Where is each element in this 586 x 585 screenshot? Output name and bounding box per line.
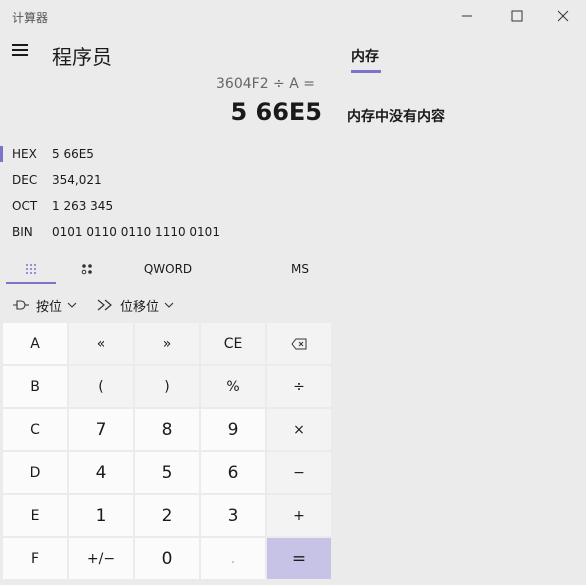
key-3[interactable]: 3: [201, 495, 265, 536]
expression-display: 3604F2 ÷ A =: [216, 76, 315, 92]
key-multiply[interactable]: ×: [267, 409, 331, 450]
key-0[interactable]: 0: [135, 538, 199, 579]
key-decimal[interactable]: .: [201, 538, 265, 579]
radix-value: 1 263 345: [52, 199, 114, 213]
key-hex-e[interactable]: E: [3, 495, 67, 536]
keypad: A « » CE B ( ) % ÷ C 7 8 9 × D 4 5 6 − E…: [3, 323, 333, 583]
app-title: 计算器: [12, 11, 49, 25]
key-hex-c[interactable]: C: [3, 409, 67, 450]
key-hex-f[interactable]: F: [3, 538, 67, 579]
key-1[interactable]: 1: [69, 495, 133, 536]
memory-empty-message: 内存中没有内容: [347, 109, 445, 125]
key-rotate-left[interactable]: «: [69, 323, 133, 364]
tab-bit-toggling[interactable]: [62, 255, 112, 283]
radix-label: DEC: [12, 173, 38, 187]
key-hex-a[interactable]: A: [3, 323, 67, 364]
close-icon: [557, 10, 569, 22]
key-backspace[interactable]: [267, 323, 331, 364]
radix-label: BIN: [12, 225, 33, 239]
maximize-icon: [511, 10, 523, 22]
radix-row-bin[interactable]: BIN 0101 0110 0110 1110 0101: [0, 220, 335, 246]
result-display: 5 66E5: [230, 98, 322, 126]
mode-title: 程序员: [52, 45, 112, 69]
minimize-icon: [462, 15, 472, 17]
bitshift-label: 位移位: [120, 299, 160, 315]
word-size-button[interactable]: QWORD: [130, 255, 206, 283]
key-negate[interactable]: +/−: [69, 538, 133, 579]
maximize-button[interactable]: [494, 0, 540, 32]
bitwise-icon: [13, 300, 29, 310]
key-9[interactable]: 9: [201, 409, 265, 450]
radix-row-oct[interactable]: OCT 1 263 345: [0, 194, 335, 220]
bit-toggle-icon: [81, 264, 92, 275]
bitshift-dropdown[interactable]: 位移位: [96, 294, 174, 316]
radix-value: 354,021: [52, 173, 102, 187]
minimize-button[interactable]: [444, 0, 490, 32]
key-subtract[interactable]: −: [267, 452, 331, 493]
chevron-down-icon: [67, 302, 77, 308]
key-hex-b[interactable]: B: [3, 366, 67, 407]
key-4[interactable]: 4: [69, 452, 133, 493]
title-bar: 计算器: [0, 0, 586, 32]
tab-active-underline: [6, 282, 56, 284]
backspace-icon: [291, 338, 307, 349]
bitshift-icon: [97, 299, 112, 311]
key-modulo[interactable]: %: [201, 366, 265, 407]
key-clear-entry[interactable]: CE: [201, 323, 265, 364]
key-hex-d[interactable]: D: [3, 452, 67, 493]
key-close-paren[interactable]: ): [135, 366, 199, 407]
radix-row-dec[interactable]: DEC 354,021: [0, 168, 335, 194]
radix-value: 5 66E5: [52, 147, 94, 161]
radix-label: HEX: [12, 147, 37, 161]
bitwise-label: 按位: [36, 299, 63, 315]
radix-selection-indicator: [0, 146, 3, 162]
key-5[interactable]: 5: [135, 452, 199, 493]
radix-row-hex[interactable]: HEX 5 66E5: [0, 142, 335, 168]
memory-tab-underline: [351, 70, 381, 73]
hamburger-icon[interactable]: [8, 38, 32, 62]
tab-full-keypad[interactable]: [6, 255, 56, 283]
key-2[interactable]: 2: [135, 495, 199, 536]
memory-store-button[interactable]: MS: [278, 255, 322, 283]
key-6[interactable]: 6: [201, 452, 265, 493]
key-divide[interactable]: ÷: [267, 366, 331, 407]
radix-value: 0101 0110 0110 1110 0101: [52, 225, 220, 239]
bitwise-dropdown[interactable]: 按位: [12, 294, 77, 316]
key-equals[interactable]: =: [267, 538, 331, 579]
close-button[interactable]: [540, 0, 586, 32]
radix-label: OCT: [12, 199, 38, 213]
key-add[interactable]: +: [267, 495, 331, 536]
keypad-tab-row: QWORD MS: [0, 255, 335, 285]
memory-tab[interactable]: 内存: [351, 46, 379, 66]
key-8[interactable]: 8: [135, 409, 199, 450]
key-rotate-right[interactable]: »: [135, 323, 199, 364]
operator-toolbar: 按位 位移位: [0, 288, 335, 322]
chevron-down-icon: [164, 302, 174, 308]
key-open-paren[interactable]: (: [69, 366, 133, 407]
key-7[interactable]: 7: [69, 409, 133, 450]
keypad-icon: [26, 264, 36, 274]
calculator-panel: 程序员 3604F2 ÷ A = 5 66E5 HEX 5 66E5 DEC 3…: [0, 32, 335, 585]
